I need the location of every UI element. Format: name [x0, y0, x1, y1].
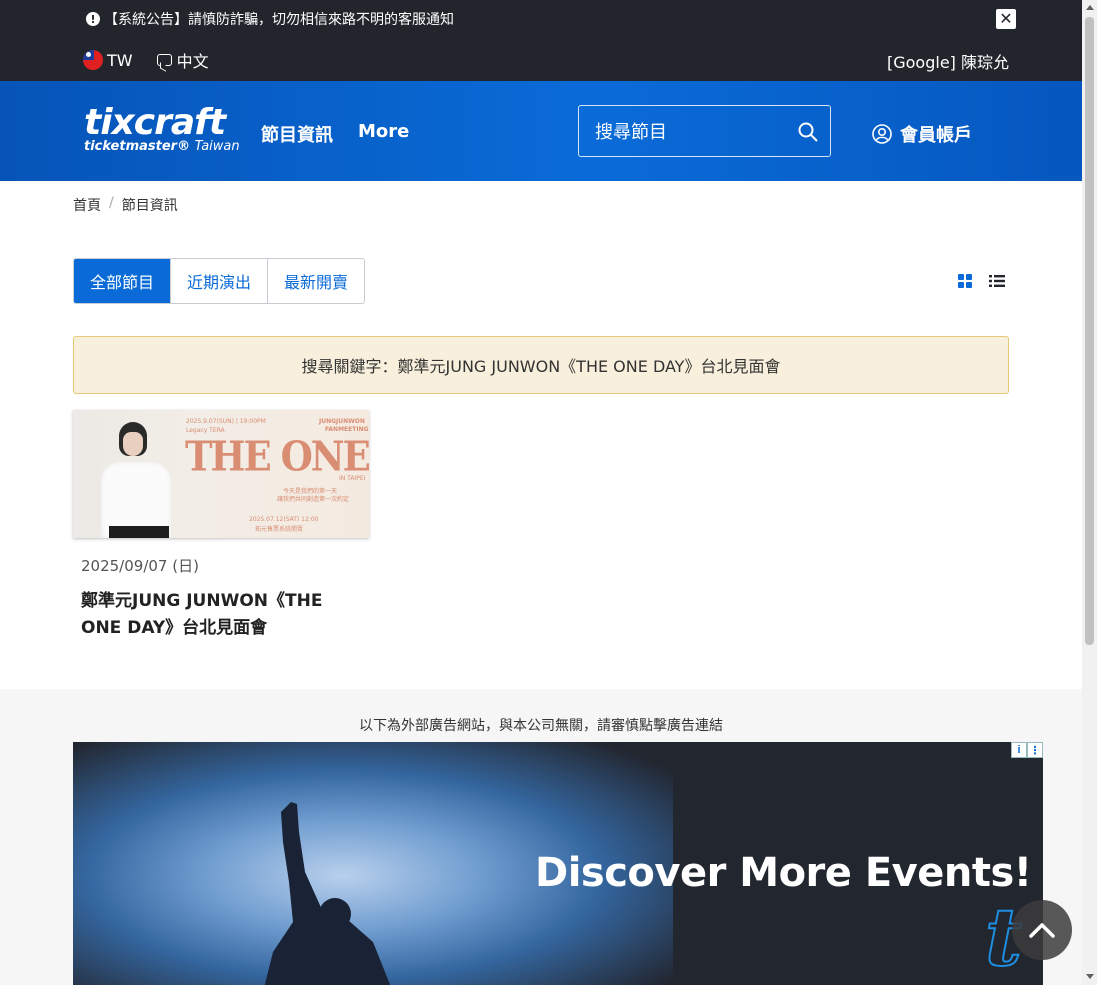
- account-label: 會員帳戶: [900, 125, 972, 146]
- top-bar: ! 【系統公告】請慎防詐騙，切勿相信來路不明的客服通知 ✕ TW 中文 [Goo…: [0, 0, 1082, 81]
- logo-sub-text: ticketmaster® Taiwan: [84, 139, 240, 154]
- event-filter-tabs: 全部節目 近期演出 最新開賣: [73, 258, 366, 304]
- main-header: tixcraft ticketmaster® Taiwan 節目資訊 More …: [0, 81, 1082, 181]
- event-card[interactable]: 2025.9.07(SUN) | 19:00PM Legacy TERA JUN…: [73, 410, 369, 642]
- nav-more[interactable]: More: [358, 121, 409, 147]
- logo-ticketmaster: ticketmaster: [84, 139, 178, 154]
- account-link[interactable]: 會員帳戶: [872, 121, 972, 147]
- page-scrollbar[interactable]: [1082, 0, 1097, 985]
- region-selector[interactable]: TW: [107, 51, 133, 70]
- notice-text: 【系統公告】請慎防詐騙，切勿相信來路不明的客服通知: [104, 12, 454, 28]
- ad-menu-icon[interactable]: ⋮: [1027, 742, 1043, 758]
- scroll-down-arrow-icon[interactable]: [1086, 974, 1094, 979]
- breadcrumb-home[interactable]: 首頁: [73, 195, 101, 215]
- breadcrumb-current: 節目資訊: [121, 198, 178, 214]
- ad-info-icon[interactable]: i: [1011, 742, 1027, 758]
- artist-photo: [101, 422, 171, 538]
- search-keyword-banner: 搜尋關鍵字：鄭準元JUNG JUNWON《THE ONE DAY》台北見面會: [73, 336, 1009, 394]
- grid-view-icon[interactable]: [958, 274, 973, 288]
- search-icon[interactable]: [798, 122, 818, 142]
- tab-all-events[interactable]: 全部節目: [74, 259, 171, 303]
- poster-city: IN TAIPEI: [339, 475, 366, 482]
- search-input[interactable]: 搜尋節目: [578, 105, 831, 157]
- ad-section: 以下為外部廣告網站，與本公司無關，請審慎點擊廣告連結 Discover More…: [0, 689, 1082, 985]
- poster-date-line: 2025.9.07(SUN) | 19:00PM: [186, 418, 266, 425]
- search-placeholder: 搜尋節目: [595, 122, 667, 143]
- poster-sale-note: 拓元售票系統開賣: [255, 526, 304, 533]
- poster-artist: JUNGJUNWON: [319, 418, 365, 425]
- ad-headline: Discover More Events!: [535, 850, 1032, 896]
- ad-disclaimer: 以下為外部廣告網站，與本公司無關，請審慎點擊廣告連結: [359, 718, 723, 734]
- locale-selector: TW 中文: [83, 48, 209, 72]
- scrollbar-thumb[interactable]: [1085, 17, 1094, 645]
- poster-blurb-2: 讓我們共同創造第一次約定: [277, 496, 350, 503]
- tab-upcoming[interactable]: 近期演出: [170, 259, 268, 303]
- breadcrumb: 首頁 / 節目資訊: [73, 195, 178, 215]
- tab-new-sale[interactable]: 最新開賣: [267, 259, 365, 303]
- close-icon[interactable]: ✕: [996, 9, 1016, 29]
- event-title[interactable]: 鄭準元JUNG JUNWON《THE ONE DAY》台北見面會: [73, 588, 343, 642]
- poster-sale-line: 2025.07.12(SAT) 12:00: [249, 516, 319, 523]
- tixcraft-logo[interactable]: tixcraft ticketmaster® Taiwan: [84, 102, 240, 154]
- system-notice: ! 【系統公告】請慎防詐騙，切勿相信來路不明的客服通知: [86, 9, 454, 29]
- logo-region: Taiwan: [194, 139, 240, 154]
- ad-choices[interactable]: i ⋮: [1011, 742, 1043, 758]
- taiwan-flag-icon: [83, 50, 103, 70]
- scroll-up-arrow-icon[interactable]: [1086, 5, 1094, 10]
- concert-fan-image: [264, 802, 391, 985]
- alert-icon: !: [86, 12, 100, 26]
- chevron-up-icon: [1029, 923, 1055, 938]
- language-selector[interactable]: 中文: [177, 48, 209, 72]
- back-to-top-button[interactable]: [1012, 900, 1072, 960]
- breadcrumb-separator: /: [109, 195, 114, 211]
- event-date: 2025/09/07 (日): [81, 557, 199, 575]
- poster-headline: THE ONE DAY: [185, 432, 369, 481]
- event-poster[interactable]: 2025.9.07(SUN) | 19:00PM Legacy TERA JUN…: [73, 410, 369, 538]
- ad-banner[interactable]: Discover More Events! t i ⋮: [73, 742, 1043, 985]
- nav-event-info[interactable]: 節目資訊: [261, 121, 333, 147]
- user-icon: [872, 124, 892, 144]
- language-icon: [156, 54, 172, 66]
- logo-main-text: tixcraft: [84, 102, 226, 143]
- list-view-icon[interactable]: [989, 274, 1005, 288]
- user-name-link[interactable]: [Google] 陳琮允: [887, 49, 1009, 73]
- main-nav: 節目資訊 More: [261, 121, 434, 147]
